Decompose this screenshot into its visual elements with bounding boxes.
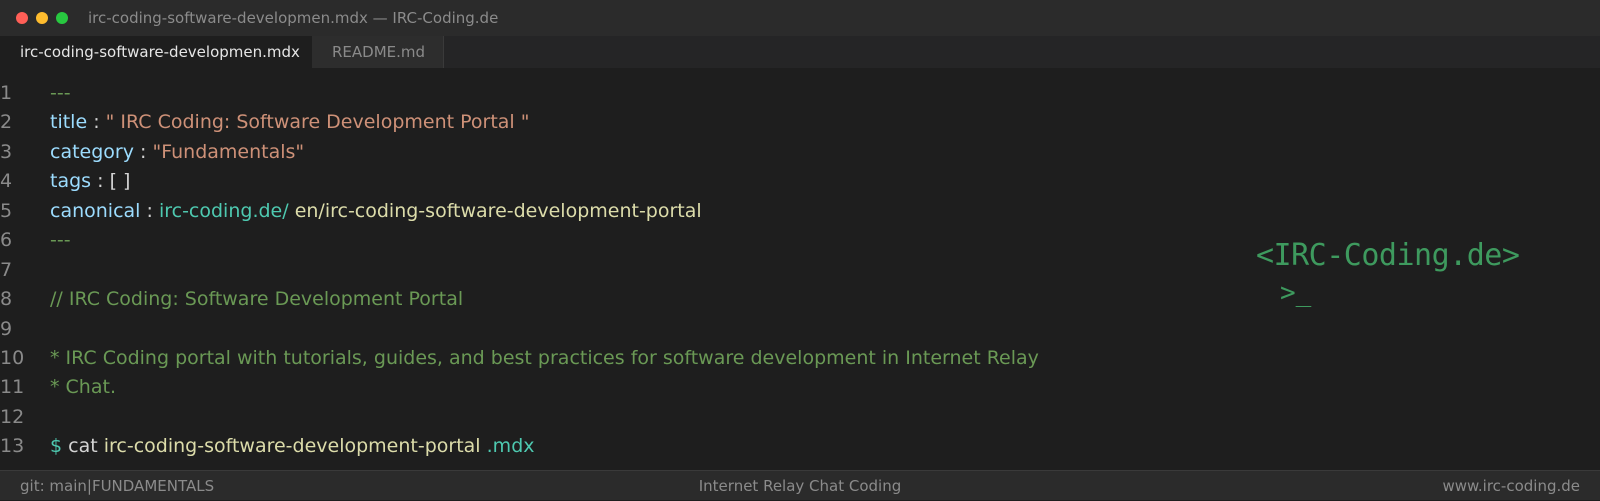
close-window-button[interactable] <box>16 12 28 24</box>
line-number: 10 <box>0 347 25 369</box>
code-line: 12 <box>0 402 1230 432</box>
status-center: Internet Relay Chat Coding <box>698 477 902 495</box>
code-line: 5 canonical : irc-coding.de/ en/irc-codi… <box>0 196 1230 226</box>
tags-key: tags <box>50 170 92 192</box>
code-line: 6 --- <box>0 225 1230 255</box>
frontmatter-delimiter: --- <box>50 82 71 104</box>
title-value: " IRC Coding: Software Development Porta… <box>105 111 530 133</box>
line-number: 5 <box>0 200 13 222</box>
command: cat <box>68 435 98 457</box>
line-number: 9 <box>0 318 13 340</box>
code-line: 1 --- <box>0 78 1230 108</box>
title-key: title <box>50 111 88 133</box>
status-bar: git: main|FUNDAMENTALS Internet Relay Ch… <box>0 470 1600 500</box>
maximize-window-button[interactable] <box>56 12 68 24</box>
line-number: 11 <box>0 376 25 398</box>
canonical-domain: irc-coding.de/ <box>158 200 289 222</box>
prompt-symbol: $ <box>50 435 63 457</box>
code-line: 11 * Chat. <box>0 372 1230 402</box>
title-bar: irc-coding-software-developmen.mdx — IRC… <box>0 0 1600 36</box>
line-number: 4 <box>0 170 13 192</box>
code-line: 2 title : " IRC Coding: Software Develop… <box>0 107 1230 137</box>
comment-line: // IRC Coding: Software Development Port… <box>50 288 464 310</box>
terminal-cursor-icon: >_ <box>1280 278 1312 308</box>
tags-value: [ ] <box>109 170 131 192</box>
code-line: 7 <box>0 255 1230 285</box>
line-number: 1 <box>0 82 13 104</box>
description-line: * Chat. <box>50 376 116 398</box>
line-number: 7 <box>0 259 13 281</box>
code-line: 10 * IRC Coding portal with tutorials, g… <box>0 343 1230 373</box>
tab-irc-coding-mdx[interactable]: irc-coding-software-developmen.mdx <box>0 36 312 68</box>
line-number: 13 <box>0 435 25 457</box>
description-line: * IRC Coding portal with tutorials, guid… <box>50 347 1039 369</box>
line-number: 12 <box>0 406 25 428</box>
colon: : <box>97 170 104 192</box>
brand-logo: <IRC-Coding.de> <box>1256 238 1520 273</box>
minimize-window-button[interactable] <box>36 12 48 24</box>
code-line: 3 category : "Fundamentals" <box>0 137 1230 167</box>
category-key: category <box>50 141 134 163</box>
colon: : <box>140 141 147 163</box>
line-number: 8 <box>0 288 13 310</box>
command-file: irc-coding-software-development-portal <box>103 435 481 457</box>
category-value: "Fundamentals" <box>152 141 305 163</box>
window-title: irc-coding-software-developmen.mdx — IRC… <box>88 9 499 27</box>
colon: : <box>146 200 153 222</box>
tab-bar: irc-coding-software-developmen.mdx READM… <box>0 36 1600 68</box>
line-number: 2 <box>0 111 13 133</box>
code-line: 13 $ cat irc-coding-software-development… <box>0 431 1230 461</box>
command-extension: .mdx <box>486 435 535 457</box>
line-number: 3 <box>0 141 13 163</box>
canonical-path: en/irc-coding-software-development-porta… <box>294 200 702 222</box>
canonical-key: canonical <box>50 200 141 222</box>
frontmatter-delimiter: --- <box>50 229 71 251</box>
code-line: 8 // IRC Coding: Software Development Po… <box>0 284 1230 314</box>
code-line: 4 tags : [ ] <box>0 166 1230 196</box>
colon: : <box>93 111 100 133</box>
status-website: www.irc-coding.de <box>1442 477 1580 495</box>
line-number: 6 <box>0 229 13 251</box>
tab-readme[interactable]: README.md <box>312 36 444 68</box>
code-line: 9 <box>0 314 1230 344</box>
